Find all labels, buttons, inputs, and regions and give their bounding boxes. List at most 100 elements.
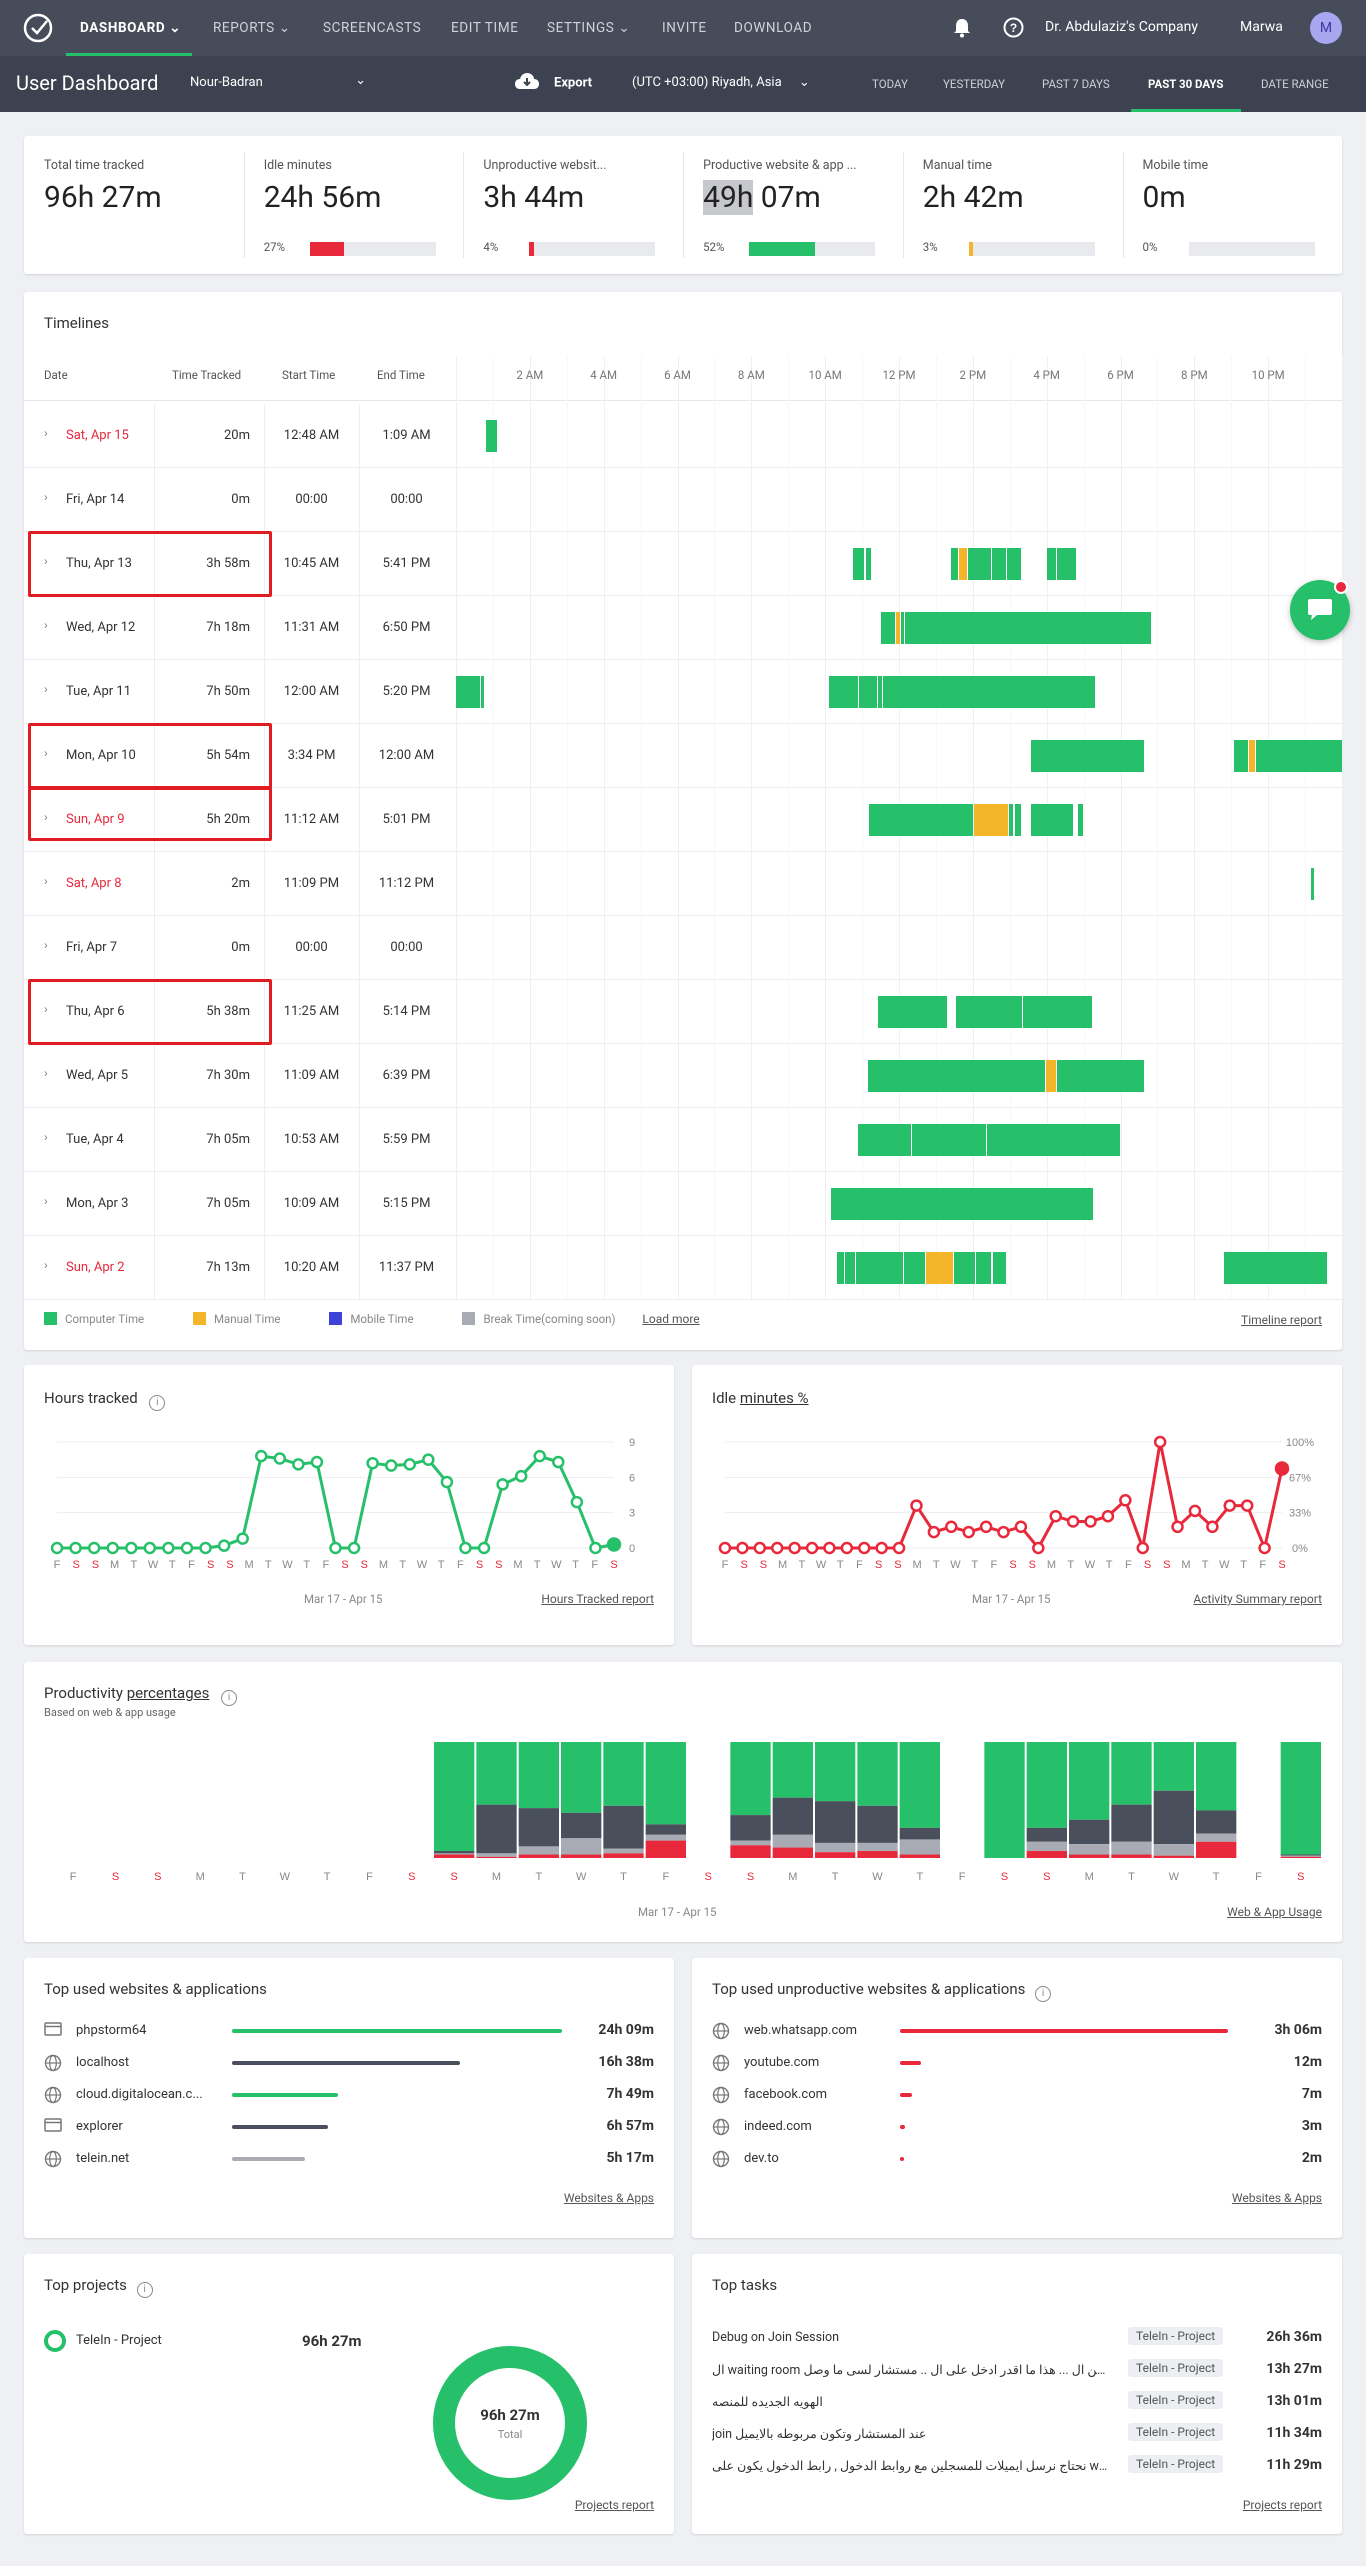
productivity-bar-segment[interactable]	[434, 1853, 475, 1855]
productivity-bar-segment[interactable]	[603, 1805, 644, 1849]
computer-time-segment[interactable]	[1264, 740, 1342, 772]
manual-time-segment[interactable]	[958, 548, 968, 580]
computer-time-segment[interactable]	[953, 1252, 975, 1284]
avatar[interactable]: M	[1310, 12, 1342, 44]
chevron-right-icon[interactable]: ›	[44, 426, 48, 440]
productivity-bar-segment[interactable]	[1026, 1851, 1067, 1858]
productivity-bar-segment[interactable]	[899, 1827, 940, 1840]
data-point[interactable]	[1101, 1509, 1115, 1523]
computer-time-segment[interactable]	[1006, 548, 1021, 580]
productivity-bar-segment[interactable]	[1069, 1854, 1110, 1858]
unproductive-site-name[interactable]: facebook.com	[744, 2087, 827, 2102]
site-name[interactable]: phpstorm64	[76, 2023, 146, 2038]
data-point[interactable]	[217, 1539, 231, 1552]
projects-report-link[interactable]: Projects report	[575, 2498, 654, 2512]
computer-time-segment[interactable]	[1031, 804, 1073, 836]
data-point[interactable]	[788, 1541, 801, 1555]
computer-time-segment[interactable]	[877, 676, 883, 708]
productivity-bar-segment[interactable]	[1196, 1742, 1237, 1811]
productivity-bar-segment[interactable]	[476, 1853, 517, 1857]
computer-time-segment[interactable]	[900, 612, 904, 644]
productivity-bar-segment[interactable]	[1111, 1854, 1152, 1858]
user-name[interactable]: Marwa	[1240, 19, 1283, 35]
computer-time-segment[interactable]	[859, 676, 877, 708]
data-point[interactable]	[1014, 1520, 1028, 1534]
data-point[interactable]	[805, 1541, 819, 1555]
site-name[interactable]: localhost	[76, 2055, 129, 2070]
data-point[interactable]	[589, 1541, 602, 1555]
computer-time-segment[interactable]	[852, 548, 864, 580]
productivity-bar-segment[interactable]	[518, 1854, 559, 1858]
computer-time-segment[interactable]	[867, 1060, 1045, 1092]
data-point[interactable]	[1153, 1435, 1167, 1449]
computer-time-segment[interactable]	[1014, 804, 1021, 836]
company-name[interactable]: Dr. Abdulaziz's Company	[1045, 19, 1198, 35]
computer-time-segment[interactable]	[903, 1252, 925, 1284]
computer-time-segment[interactable]	[485, 420, 497, 452]
data-point[interactable]	[69, 1541, 82, 1555]
productivity-bar-segment[interactable]	[1026, 1742, 1067, 1828]
data-point[interactable]	[858, 1541, 871, 1555]
productivity-bar-segment[interactable]	[1069, 1819, 1110, 1845]
data-point[interactable]	[552, 1455, 565, 1469]
productivity-bar-segment[interactable]	[476, 1804, 517, 1854]
data-point[interactable]	[143, 1541, 157, 1555]
data-point[interactable]	[292, 1458, 305, 1471]
computer-time-segment[interactable]	[877, 996, 947, 1028]
chevron-right-icon[interactable]: ›	[44, 1258, 48, 1272]
productivity-bar-segment[interactable]	[1026, 1827, 1067, 1842]
productivity-bar-segment[interactable]	[772, 1742, 813, 1798]
unproductive-site-name[interactable]: web.whatsapp.com	[744, 2023, 857, 2038]
productivity-bar-segment[interactable]	[518, 1808, 559, 1847]
data-point[interactable]	[254, 1449, 268, 1463]
data-point[interactable]	[1223, 1499, 1237, 1512]
computer-time-segment[interactable]	[828, 676, 859, 708]
timezone-select[interactable]: (UTC +03:00) Riyadh, Asia ⌄	[632, 75, 810, 90]
computer-time-segment[interactable]	[986, 1124, 1120, 1156]
chevron-right-icon[interactable]: ›	[44, 938, 48, 952]
data-point[interactable]	[1171, 1520, 1184, 1534]
manual-time-segment[interactable]	[973, 804, 1008, 836]
computer-time-segment[interactable]	[911, 1124, 986, 1156]
site-name[interactable]: telein.net	[76, 2151, 129, 2166]
data-point[interactable]	[514, 1469, 528, 1483]
computer-time-segment[interactable]	[837, 1252, 844, 1284]
computer-time-segment[interactable]	[1078, 804, 1083, 836]
data-point[interactable]	[736, 1541, 749, 1555]
computer-time-segment[interactable]	[968, 548, 992, 580]
data-point[interactable]	[496, 1478, 509, 1491]
app-logo[interactable]	[22, 12, 54, 48]
productivity-bar-segment[interactable]	[518, 1742, 559, 1809]
nav-settings[interactable]: SETTINGS ⌄	[547, 20, 630, 36]
productivity-bar-segment[interactable]	[476, 1856, 517, 1858]
productivity-bar-segment[interactable]	[1280, 1855, 1321, 1857]
manual-time-segment[interactable]	[1045, 1060, 1056, 1092]
productivity-bar-segment[interactable]	[1280, 1742, 1321, 1855]
tasks-projects-report-link[interactable]: Projects report	[1243, 2498, 1322, 2512]
productivity-bar-segment[interactable]	[1153, 1855, 1194, 1858]
manual-time-segment[interactable]	[925, 1252, 953, 1284]
productivity-bar-segment[interactable]	[476, 1742, 517, 1805]
productivity-bar-segment[interactable]	[1280, 1854, 1321, 1856]
chevron-right-icon[interactable]: ›	[44, 490, 48, 504]
productivity-bar-segment[interactable]	[815, 1842, 856, 1853]
chevron-right-icon[interactable]: ›	[44, 1066, 48, 1080]
computer-time-segment[interactable]	[1256, 740, 1264, 772]
user-select[interactable]: Nour-Badran ⌄	[190, 73, 366, 90]
productivity-bar-segment[interactable]	[730, 1815, 771, 1841]
manual-time-segment[interactable]	[896, 612, 900, 644]
data-point[interactable]	[1032, 1541, 1045, 1555]
manual-time-segment[interactable]	[1248, 740, 1256, 772]
data-point[interactable]	[310, 1455, 324, 1469]
productivity-bar-segment[interactable]	[1111, 1841, 1152, 1855]
data-point[interactable]	[477, 1541, 491, 1555]
productivity-bar-segment[interactable]	[857, 1851, 898, 1858]
data-point[interactable]	[106, 1541, 119, 1555]
computer-time-segment[interactable]	[992, 548, 1007, 580]
productivity-bar-segment[interactable]	[603, 1853, 644, 1858]
data-point[interactable]	[87, 1541, 101, 1555]
computer-time-segment[interactable]	[1310, 868, 1314, 900]
data-point[interactable]	[440, 1475, 454, 1489]
data-point[interactable]	[329, 1541, 342, 1555]
data-point[interactable]	[1274, 1461, 1290, 1476]
